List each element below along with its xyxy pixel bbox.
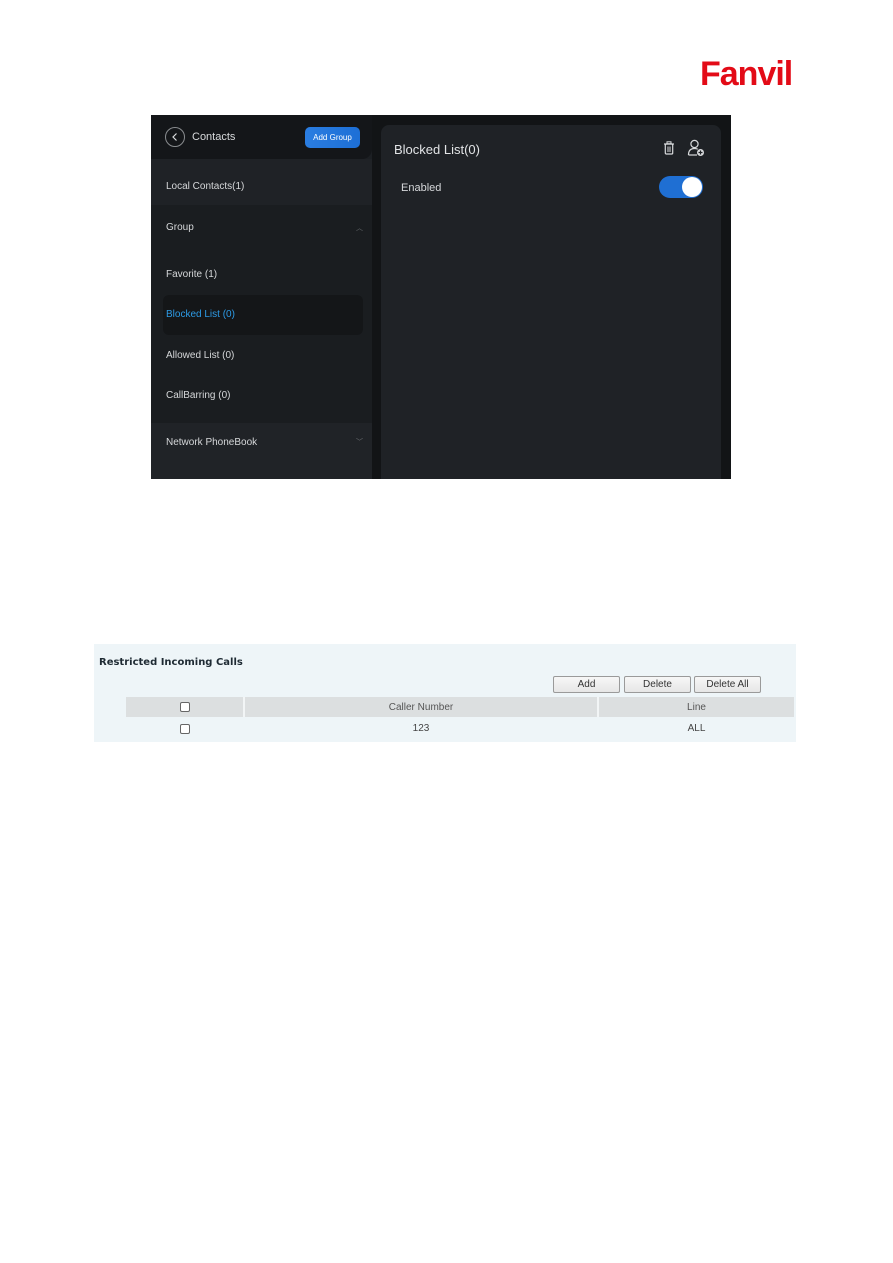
- blocked-list-panel: Blocked List(0) Enabled: [381, 125, 721, 479]
- sidebar-item-blocked-list[interactable]: Blocked List (0): [166, 309, 235, 320]
- caller-number-cell: 123: [412, 723, 430, 734]
- trash-icon[interactable]: [663, 141, 675, 155]
- phone-contacts-screen: Contacts Add Group Local Contacts(1) Gro…: [151, 115, 731, 479]
- fanvil-logo: Fanvil: [700, 55, 793, 93]
- panel-title: Blocked List(0): [394, 142, 480, 157]
- sidebar-title: Contacts: [192, 131, 236, 143]
- chevron-left-icon: [172, 133, 177, 141]
- sidebar-item-local-contacts[interactable]: Local Contacts(1): [166, 181, 244, 192]
- back-button[interactable]: [165, 127, 185, 147]
- sidebar-item-allowed-list[interactable]: Allowed List (0): [166, 350, 234, 361]
- sidebar-item-network-phonebook[interactable]: Network PhoneBook: [166, 437, 257, 448]
- delete-button[interactable]: Delete: [624, 676, 691, 693]
- enabled-toggle[interactable]: [659, 176, 703, 198]
- add-contact-icon[interactable]: [687, 139, 705, 157]
- chevron-up-icon[interactable]: ︿: [356, 223, 363, 233]
- add-group-button[interactable]: Add Group: [305, 127, 360, 148]
- row-checkbox[interactable]: [180, 724, 190, 734]
- network-phonebook-section: [151, 423, 372, 479]
- line-cell: ALL: [687, 723, 706, 734]
- sidebar-item-callbarring[interactable]: CallBarring (0): [166, 390, 230, 401]
- toggle-knob: [682, 177, 702, 197]
- section-title: Restricted Incoming Calls: [99, 657, 243, 668]
- select-all-checkbox[interactable]: [180, 702, 190, 712]
- chevron-down-icon[interactable]: ﹀: [356, 437, 363, 447]
- table-header: Caller Number Line: [126, 697, 794, 717]
- add-button[interactable]: Add: [553, 676, 620, 693]
- column-header-line: Line: [687, 702, 706, 713]
- contacts-sidebar: Contacts Add Group Local Contacts(1) Gro…: [151, 115, 372, 479]
- sidebar-item-group[interactable]: Group: [166, 222, 194, 233]
- restricted-incoming-calls-panel: Restricted Incoming Calls Add Delete Del…: [94, 644, 796, 742]
- column-header-caller-number: Caller Number: [388, 702, 454, 713]
- sidebar-item-favorite[interactable]: Favorite (1): [166, 269, 217, 280]
- sidebar-header: Contacts Add Group: [151, 115, 372, 159]
- enabled-label: Enabled: [401, 182, 442, 194]
- delete-all-button[interactable]: Delete All: [694, 676, 761, 693]
